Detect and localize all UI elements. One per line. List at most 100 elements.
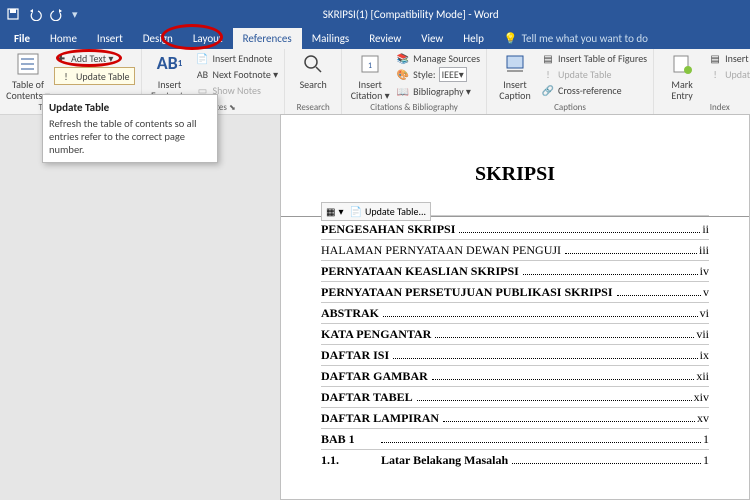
toc-row[interactable]: 1.1.Latar Belakang Masalah1 <box>321 449 709 470</box>
redo-icon[interactable] <box>50 7 64 21</box>
svg-text:1: 1 <box>368 61 372 71</box>
tell-me-label: Tell me what you want to do <box>522 32 648 45</box>
tooltip-title: Update Table <box>49 101 211 114</box>
next-footnote-button[interactable]: ABNext Footnote ▾ <box>196 67 279 81</box>
toc-dots <box>617 295 702 296</box>
toc-label: PERNYATAAN PERSETUJUAN PUBLIKASI SKRIPSI <box>321 285 613 300</box>
group-label-citations: Citations & Bibliography <box>348 101 480 114</box>
undo-icon[interactable] <box>28 7 42 21</box>
insert-endnote-button[interactable]: 📄Insert Endnote <box>196 51 279 65</box>
toc-label: HALAMAN PERNYATAAN DEWAN PENGUJI <box>321 243 561 258</box>
toc-label: DAFTAR TABEL <box>321 390 413 405</box>
bibliography-button[interactable]: 📖Bibliography ▾ <box>396 84 480 98</box>
insert-caption-button[interactable]: Insert Caption <box>493 51 537 101</box>
toc-page: vi <box>700 306 709 321</box>
update-index-icon: ! <box>708 67 722 81</box>
toc-list: PENGESAHAN SKRIPSI ii HALAMAN PERNYATAAN D… <box>321 219 709 470</box>
manage-sources-button[interactable]: 📚Manage Sources <box>396 51 480 65</box>
tab-references[interactable]: References <box>233 28 302 49</box>
toc-label: DAFTAR LAMPIRAN <box>321 411 439 426</box>
search-button[interactable]: Search <box>291 51 335 90</box>
group-label-captions: Captions <box>493 101 647 114</box>
toc-label: DAFTAR GAMBAR <box>321 369 428 384</box>
toc-icon <box>13 51 43 77</box>
toc-dots <box>381 442 701 443</box>
group-index: Mark Entry ▤Insert Index !Update Index I… <box>654 49 750 114</box>
xref-icon: 🔗 <box>541 83 555 97</box>
search-icon <box>298 51 328 77</box>
table-figures-icon: ▤ <box>541 51 555 65</box>
document-area[interactable]: SKRIPSI ▦▾ 📄Update Table... PENGESAHAN S… <box>280 114 750 500</box>
toc-dots <box>512 463 701 464</box>
tell-me-search[interactable]: 💡 Tell me what you want to do <box>494 28 658 49</box>
toc-dots <box>435 337 694 338</box>
update-table-button[interactable]: !Update Table <box>54 67 135 85</box>
toc-row[interactable]: BAB 11 <box>321 428 709 449</box>
toc-row[interactable]: DAFTAR LAMPIRANxv <box>321 407 709 428</box>
footnote-icon: AB1 <box>155 51 185 77</box>
update-icon: ! <box>59 69 73 83</box>
tab-view[interactable]: View <box>411 28 453 49</box>
tab-design[interactable]: Design <box>133 28 183 49</box>
tab-insert[interactable]: Insert <box>87 28 133 49</box>
cross-reference-button[interactable]: 🔗Cross-reference <box>541 83 647 97</box>
quick-access-toolbar: ▾ <box>6 7 78 21</box>
tab-layout[interactable]: Layout <box>183 28 233 49</box>
toc-dots <box>417 400 692 401</box>
page: SKRIPSI ▦▾ 📄Update Table... PENGESAHAN S… <box>281 115 749 470</box>
toc-field-toolbar[interactable]: ▦▾ 📄Update Table... <box>321 202 431 221</box>
next-footnote-icon: AB <box>196 67 210 81</box>
toc-dots <box>443 421 695 422</box>
toc-row[interactable]: ABSTRAK vi <box>321 302 709 323</box>
add-text-button[interactable]: ✚Add Text ▾ <box>54 51 135 65</box>
window-title: SKRIPSI(1) [Compatibility Mode] - Word <box>78 8 744 21</box>
mark-entry-button[interactable]: Mark Entry <box>660 51 704 101</box>
toc-dropdown-button[interactable]: ▦▾ <box>326 205 343 218</box>
group-citations: 1 Insert Citation ▾ 📚Manage Sources 🎨Sty… <box>342 49 487 114</box>
toc-row[interactable]: DAFTAR TABELxiv <box>321 386 709 407</box>
toc-row[interactable]: PENGESAHAN SKRIPSI ii <box>321 219 709 239</box>
title-bar: ▾ SKRIPSI(1) [Compatibility Mode] - Word <box>0 0 750 28</box>
manage-sources-icon: 📚 <box>396 51 410 65</box>
tooltip-update-table: Update Table Refresh the table of conten… <box>42 94 218 163</box>
tab-file[interactable]: File <box>4 28 40 49</box>
toc-page: 1 <box>703 453 709 468</box>
style-selector[interactable]: 🎨Style: IEEE ▾ <box>396 67 480 82</box>
toc-subnum: 1.1. <box>321 453 339 468</box>
insert-table-figures-button[interactable]: ▤Insert Table of Figures <box>541 51 647 65</box>
insert-index-button[interactable]: ▤Insert Index <box>708 51 750 65</box>
toc-label: ABSTRAK <box>321 306 379 321</box>
update-captions-button[interactable]: !Update Table <box>541 67 647 81</box>
toc-row[interactable]: HALAMAN PERNYATAAN DEWAN PENGUJI iii <box>321 239 709 260</box>
toc-row[interactable]: DAFTAR ISIix <box>321 344 709 365</box>
update-index-button[interactable]: !Update Index <box>708 67 750 81</box>
toc-label: PENGESAHAN SKRIPSI <box>321 222 455 237</box>
toc-page: ii <box>702 222 709 237</box>
toc-update-button[interactable]: 📄Update Table... <box>349 205 426 218</box>
endnote-icon: 📄 <box>196 51 210 65</box>
toc-dots <box>383 316 698 317</box>
toc-row[interactable]: KATA PENGANTARvii <box>321 323 709 344</box>
mark-entry-icon <box>667 51 697 77</box>
tab-review[interactable]: Review <box>359 28 411 49</box>
tab-help[interactable]: Help <box>453 28 494 49</box>
toc-dots <box>565 253 697 254</box>
toc-menu-icon: ▦ <box>326 205 335 218</box>
tab-home[interactable]: Home <box>40 28 87 49</box>
toc-chapter: BAB 1 <box>321 432 355 447</box>
tooltip-body: Refresh the table of contents so all ent… <box>49 117 197 156</box>
toc-dots <box>432 379 695 380</box>
page-heading: SKRIPSI <box>321 163 709 186</box>
toc-row[interactable]: PERNYATAAN PERSETUJUAN PUBLIKASI SKRIPSI… <box>321 281 709 302</box>
save-icon[interactable] <box>6 7 20 21</box>
toc-dots <box>459 232 700 233</box>
group-research: Search Research <box>285 49 342 114</box>
toc-page: iii <box>699 243 709 258</box>
toc-row[interactable]: PERNYATAAN KEASLIAN SKRIPSIiv <box>321 260 709 281</box>
toc-row[interactable]: DAFTAR GAMBARxii <box>321 365 709 386</box>
caption-icon <box>500 51 530 77</box>
toc-page: vii <box>696 327 709 342</box>
tab-mailings[interactable]: Mailings <box>302 28 360 49</box>
insert-citation-button[interactable]: 1 Insert Citation ▾ <box>348 51 392 101</box>
style-icon: 🎨 <box>396 68 410 82</box>
